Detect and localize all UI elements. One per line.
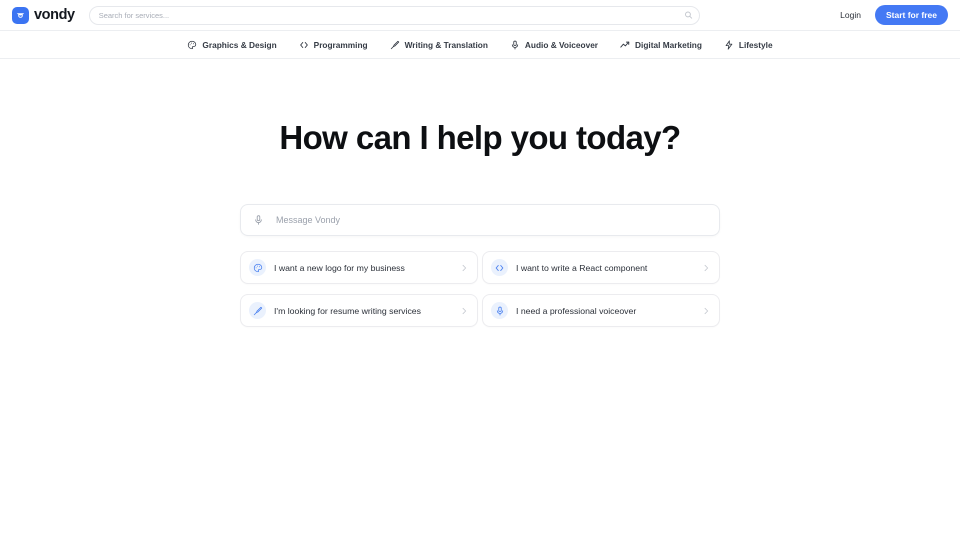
suggestion-label: I want a new logo for my business bbox=[274, 262, 405, 273]
nav-item-audio-voiceover[interactable]: Audio & Voiceover bbox=[510, 40, 598, 50]
search-container bbox=[88, 5, 700, 25]
login-link[interactable]: Login bbox=[840, 10, 861, 20]
microphone-icon bbox=[510, 40, 520, 50]
page-title: How can I help you today? bbox=[279, 119, 681, 156]
suggestion-card-react[interactable]: I want to write a React component bbox=[482, 251, 720, 284]
suggestion-label: I'm looking for resume writing services bbox=[274, 305, 421, 316]
nav-item-programming[interactable]: Programming bbox=[299, 40, 368, 50]
microphone-icon[interactable] bbox=[253, 214, 264, 227]
search-input[interactable] bbox=[88, 6, 700, 25]
nav-item-label: Digital Marketing bbox=[635, 39, 702, 50]
pen-nib-icon bbox=[390, 40, 400, 50]
chevron-right-icon bbox=[702, 264, 710, 272]
suggestion-grid: I want a new logo for my business I want… bbox=[240, 251, 720, 327]
brand-logo[interactable]: vondy bbox=[12, 6, 75, 24]
nav-item-graphics-design[interactable]: Graphics & Design bbox=[187, 39, 277, 50]
chevron-right-icon bbox=[460, 264, 468, 272]
start-for-free-button[interactable]: Start for free bbox=[874, 5, 948, 25]
chevron-right-icon bbox=[702, 307, 710, 315]
code-brackets-icon bbox=[491, 259, 508, 276]
category-nav: Graphics & Design Programming Writing & … bbox=[0, 31, 960, 59]
nav-item-writing-translation[interactable]: Writing & Translation bbox=[390, 40, 488, 50]
nav-item-lifestyle[interactable]: Lifestyle bbox=[724, 40, 773, 50]
suggestion-label: I want to write a React component bbox=[516, 262, 648, 273]
main-content: How can I help you today? I want a new l… bbox=[0, 59, 960, 327]
vondy-bird-logo-icon bbox=[12, 6, 29, 24]
nav-item-label: Audio & Voiceover bbox=[524, 39, 599, 50]
message-input[interactable] bbox=[274, 214, 707, 226]
palette-icon bbox=[187, 40, 197, 50]
trending-up-icon bbox=[620, 40, 630, 50]
nav-item-label: Writing & Translation bbox=[404, 39, 488, 50]
pen-nib-icon bbox=[249, 302, 266, 319]
microphone-icon bbox=[491, 302, 508, 319]
nav-item-label: Lifestyle bbox=[738, 39, 773, 50]
suggestion-card-logo[interactable]: I want a new logo for my business bbox=[240, 251, 478, 284]
nav-item-digital-marketing[interactable]: Digital Marketing bbox=[620, 40, 702, 50]
nav-item-label: Programming bbox=[313, 39, 368, 50]
suggestion-card-voiceover[interactable]: I need a professional voiceover bbox=[482, 294, 720, 327]
message-composer[interactable] bbox=[240, 204, 720, 236]
lightning-bolt-icon bbox=[724, 39, 734, 50]
suggestion-label: I need a professional voiceover bbox=[516, 305, 637, 316]
search-icon[interactable] bbox=[684, 11, 693, 20]
suggestion-card-resume[interactable]: I'm looking for resume writing services bbox=[240, 294, 478, 327]
code-brackets-icon bbox=[299, 40, 309, 50]
brand-name: vondy bbox=[34, 7, 75, 23]
nav-item-label: Graphics & Design bbox=[202, 39, 277, 50]
header-actions: Login Start for free bbox=[840, 5, 948, 25]
chevron-right-icon bbox=[460, 307, 468, 315]
palette-icon bbox=[249, 259, 266, 276]
top-header: vondy Login Start for free bbox=[0, 0, 960, 31]
